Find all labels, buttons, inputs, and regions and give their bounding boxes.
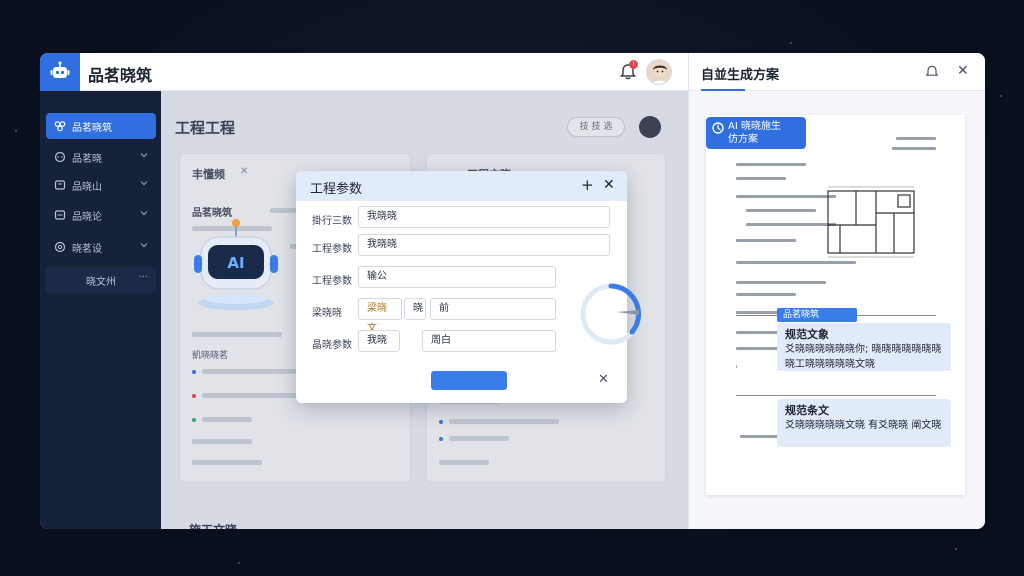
user-avatar[interactable] (646, 59, 672, 85)
field-input[interactable]: 前 (430, 298, 556, 320)
ai-generate-badge[interactable]: AI 晓晓施生 仿方案 (706, 117, 806, 149)
loading-spinner (580, 283, 642, 345)
sidebar-item-home[interactable]: 品茗晓筑 (46, 113, 156, 139)
spec-box-text: 爻晓晓晓晓晓晓你; 晓晓晓晓晓晓晓晓工晓晓晓晓晓文晓 (785, 344, 942, 370)
field-input[interactable]: 我晓晓 (358, 206, 610, 228)
sidebar: 品茗晓筑 品茗晓 品晓山 品晓论 晓茗设 晓文州 ··· (40, 91, 161, 529)
chevron-down-icon (140, 153, 148, 158)
dialog-cancel-icon[interactable]: ✕ (598, 372, 609, 387)
chevron-down-icon (140, 181, 148, 186)
sidebar-item-label: 品茗晓筑 (72, 122, 112, 134)
sidebar-item-chat[interactable]: 品茗晓 (46, 144, 156, 170)
sidebar-item-label: 品茗晓 (72, 153, 102, 165)
top-bar: 品茗晓筑 ! (40, 53, 688, 91)
folder-icon (54, 180, 66, 190)
spec-box-heading: 规范条文 (785, 404, 829, 417)
field-label: 工程参数 (312, 244, 352, 255)
chevron-down-icon (140, 243, 148, 248)
doc-line (736, 365, 737, 368)
field-input[interactable]: 周白 (422, 330, 556, 352)
panel-bell-icon[interactable] (924, 64, 940, 80)
chat-icon (54, 151, 66, 163)
sidebar-sub-item-label: 晓文州 (86, 276, 116, 288)
add-button[interactable]: + (581, 176, 594, 194)
background-dot (15, 130, 17, 132)
sidebar-sub-item[interactable]: 晓文州 ··· (46, 267, 156, 293)
background-dot (1000, 95, 1002, 97)
sidebar-item-settings[interactable]: 晓茗设 (46, 234, 156, 260)
doc-line (736, 239, 796, 242)
section-tag: 品茗晓筑 (777, 308, 857, 322)
spec-box-heading: 规范文象 (785, 328, 829, 341)
app-logo[interactable] (40, 53, 80, 91)
sidebar-item-doc[interactable]: 品晓论 (46, 202, 156, 228)
field-label: 梁晓晓 (312, 308, 342, 319)
background-dot (955, 548, 957, 550)
spec-box: 规范条文 爻晓晓晓晓晓文晓 有爻晓晓 阐文晓 (777, 399, 951, 447)
dialog-close-button[interactable]: ✕ (603, 177, 615, 193)
doc-line (736, 177, 786, 180)
doc-line (736, 163, 806, 166)
doc-line (736, 281, 826, 284)
confirm-button[interactable] (431, 371, 507, 390)
dialog-header: 工程参数 + ✕ (296, 171, 627, 201)
sidebar-item-label: 品晓山 (72, 181, 102, 193)
panel-header: 自並生成方案 ✕ (689, 53, 985, 91)
doc-line (746, 209, 816, 212)
more-icon[interactable]: ··· (138, 272, 148, 283)
dialog-title: 工程参数 (310, 182, 363, 197)
app-title: 品茗晓筑 (88, 66, 153, 85)
background-dot (238, 562, 240, 564)
doc-line (736, 261, 856, 264)
doc-line (892, 147, 936, 150)
doc-line (736, 195, 836, 198)
notification-badge: ! (629, 60, 638, 69)
sidebar-item-label: 晓茗设 (72, 243, 102, 255)
field-input[interactable]: 我晓晓 (358, 234, 610, 256)
doc-line (736, 293, 796, 296)
field-input[interactable]: 梁晓文 (358, 298, 402, 334)
ai-plan-panel: 自並生成方案 ✕ AI 晓晓施生 仿方案 品茗晓筑 规范文象 爻晓晓晓晓晓晓你;… (688, 53, 985, 529)
doc-icon (54, 210, 66, 220)
robot-logo-icon (50, 61, 70, 78)
panel-title: 自並生成方案 (701, 68, 780, 83)
ai-spark-icon (712, 122, 724, 134)
panel-close-button[interactable]: ✕ (957, 63, 969, 79)
ai-badge-line1: AI 晓晓施生 (728, 121, 781, 132)
grid-icon (54, 121, 66, 132)
field-label: 晶晓参数 (312, 340, 352, 351)
field-input[interactable]: 输公 (358, 266, 556, 288)
floor-plan-drawing (827, 186, 915, 258)
spec-box: 规范文象 爻晓晓晓晓晓晓你; 晓晓晓晓晓晓晓晓工晓晓晓晓晓文晓 (777, 323, 951, 371)
sidebar-item-label: 品晓论 (72, 211, 102, 223)
screen: 品茗晓筑 ! 品茗晓筑 品茗晓 品晓山 品晓论 晓茗设 晓文州 ··· 工程工程… (0, 0, 1024, 576)
field-input[interactable]: 晓 (404, 298, 426, 320)
panel-tab-indicator (701, 89, 745, 91)
chevron-down-icon (140, 211, 148, 216)
ai-robot-illustration: AI (194, 219, 278, 310)
field-input[interactable]: 我晓 (358, 330, 400, 352)
field-label: 掛行三数 (312, 216, 352, 227)
sidebar-item-folder[interactable]: 品晓山 (46, 172, 156, 198)
svg-text:AI: AI (227, 254, 244, 272)
ai-badge-line2: 仿方案 (728, 134, 758, 145)
doc-line (896, 137, 936, 140)
doc-line (746, 223, 836, 226)
gear-icon (54, 241, 66, 253)
spec-box-text: 爻晓晓晓晓晓文晓 有爻晓晓 阐文晓 (785, 420, 942, 431)
doc-divider (736, 395, 936, 396)
background-dot (790, 42, 792, 44)
field-label: 工程参数 (312, 276, 352, 287)
